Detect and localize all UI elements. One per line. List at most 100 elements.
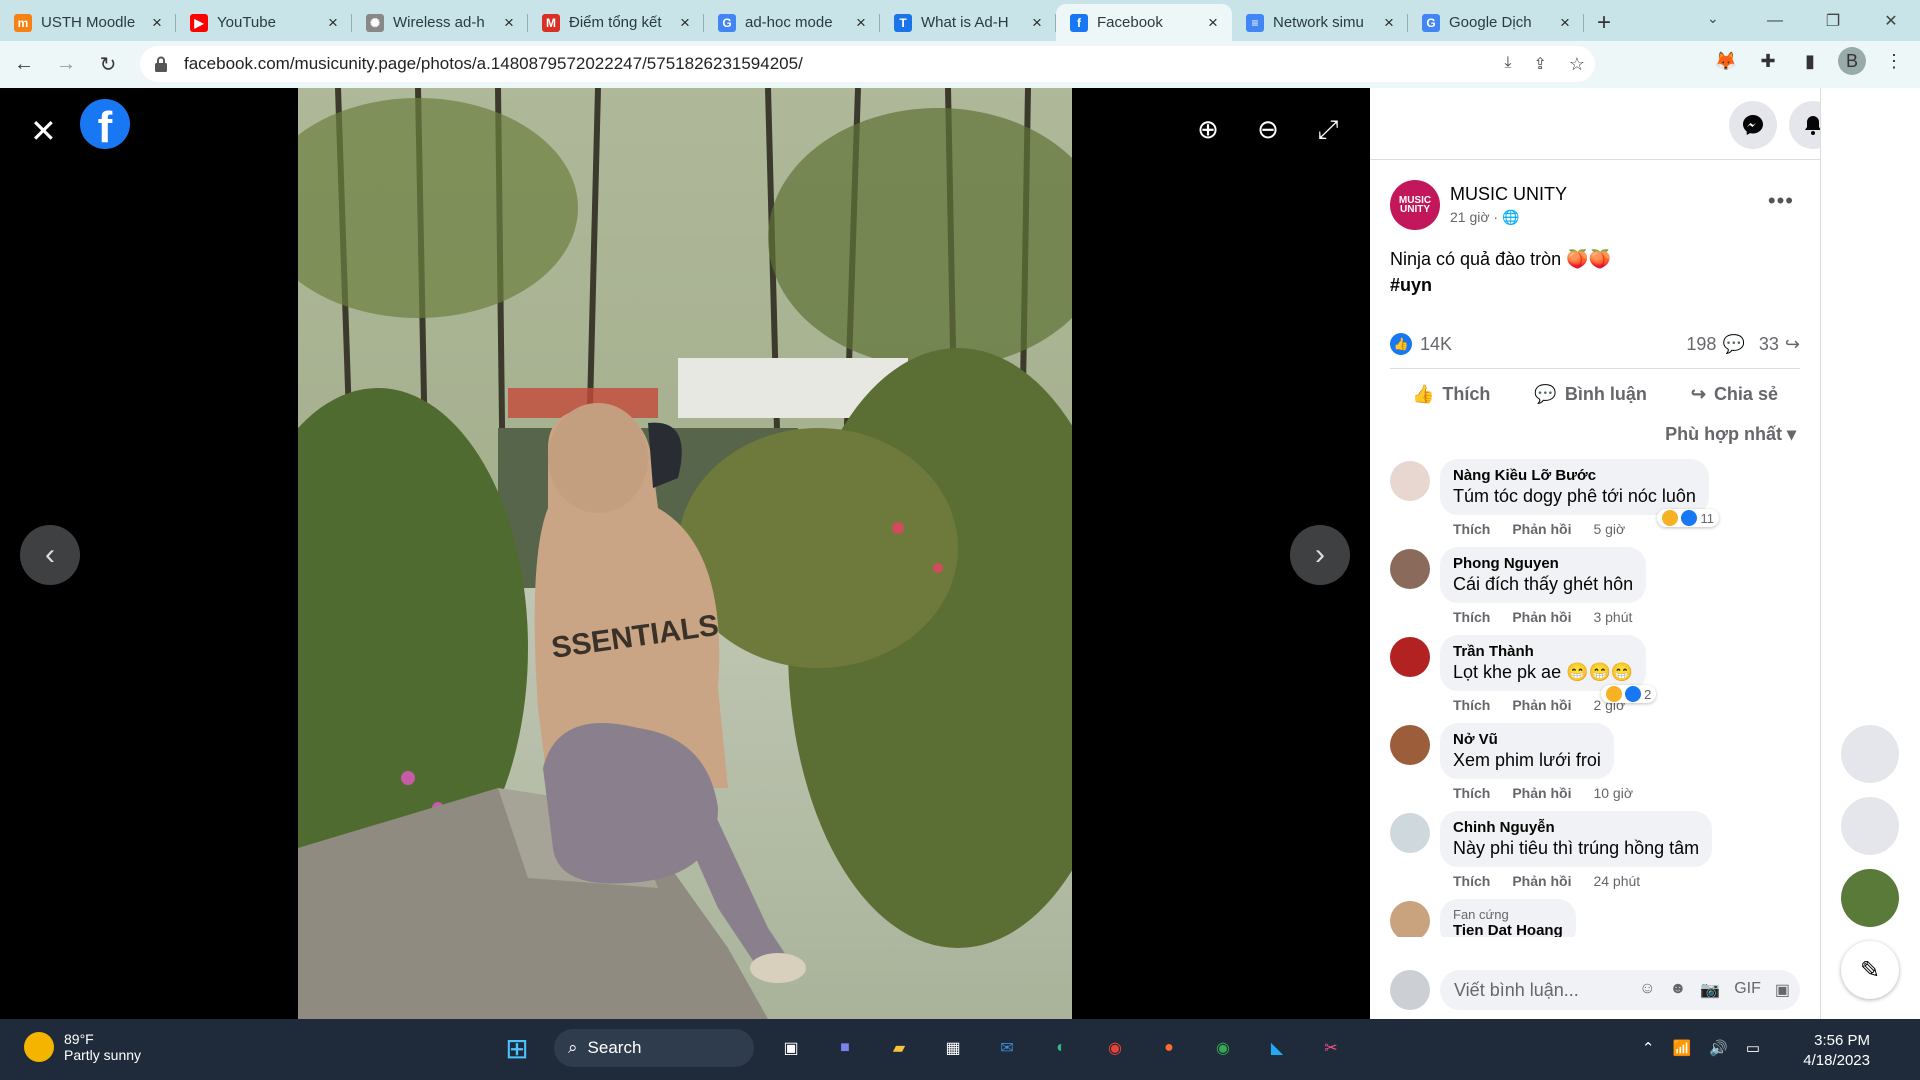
contact-avatar[interactable] <box>1841 797 1899 855</box>
tab-2[interactable]: ✺ Wireless ad-h × <box>352 4 528 41</box>
comment-button[interactable]: 💬 Bình luận <box>1534 384 1646 405</box>
store-icon[interactable]: ▦ <box>936 1031 970 1065</box>
back-icon[interactable]: ← <box>6 47 42 83</box>
tab-close-icon[interactable]: × <box>500 13 518 33</box>
emoji-icon[interactable]: ☻ <box>1669 980 1686 1000</box>
tab-search-icon[interactable]: ⌄ <box>1707 10 1719 27</box>
gif-icon[interactable]: GIF <box>1734 980 1761 1000</box>
commenter-name[interactable]: Nở Vũ <box>1453 731 1601 748</box>
wifi-icon[interactable]: 📶 <box>1672 1039 1691 1057</box>
file-explorer-icon[interactable]: ▰ <box>882 1031 916 1065</box>
comment-like-link[interactable]: Thích <box>1453 697 1490 713</box>
forward-icon[interactable]: → <box>48 47 84 83</box>
start-windows-icon[interactable]: ⊞ <box>500 1031 534 1065</box>
profile-avatar[interactable]: B <box>1838 47 1866 75</box>
commenter-avatar[interactable] <box>1390 725 1430 765</box>
tab-8[interactable]: G Google Dịch × <box>1408 4 1584 41</box>
taskbar-search[interactable]: ⌕ Search <box>554 1029 754 1067</box>
page-name[interactable]: MUSIC UNITY <box>1450 184 1567 205</box>
tab-close-icon[interactable]: × <box>1556 13 1574 33</box>
post-time[interactable]: 21 giờ · 🌐 <box>1450 209 1567 226</box>
commenter-avatar[interactable] <box>1390 549 1430 589</box>
fullscreen-icon[interactable]: ⤢ <box>1315 114 1341 146</box>
commenter-name[interactable]: Tien Dat Hoang <box>1453 922 1563 937</box>
close-window-icon[interactable]: ✕ <box>1862 0 1920 41</box>
sort-comments-dropdown[interactable]: Phù hợp nhất ▾ <box>1390 424 1800 445</box>
commenter-name[interactable]: Chinh Nguyễn <box>1453 819 1699 836</box>
new-tab-button[interactable]: + <box>1584 4 1624 41</box>
previous-photo-button[interactable]: ‹ <box>20 525 80 585</box>
comment-reply-link[interactable]: Phản hồi <box>1512 785 1571 801</box>
tab-close-icon[interactable]: × <box>852 13 870 33</box>
contact-avatar[interactable] <box>1841 725 1899 783</box>
comment-reply-link[interactable]: Phản hồi <box>1512 873 1571 889</box>
comment-reactions[interactable]: 11 <box>1657 509 1719 527</box>
commenter-avatar[interactable] <box>1390 637 1430 677</box>
install-icon[interactable]: ⤓ <box>1504 54 1511 75</box>
volume-icon[interactable]: 🔊 <box>1709 1039 1728 1057</box>
commenter-name[interactable]: Trần Thành <box>1453 643 1633 660</box>
extensions-puzzle-icon[interactable]: ✚ <box>1754 47 1782 75</box>
clock[interactable]: 3:56 PM 4/18/2023 <box>1803 1031 1870 1071</box>
comment-like-link[interactable]: Thích <box>1453 873 1490 889</box>
like-button[interactable]: 👍 Thích <box>1412 384 1490 405</box>
reload-icon[interactable]: ↻ <box>90 47 126 83</box>
comment-like-link[interactable]: Thích <box>1453 785 1490 801</box>
comment-time[interactable]: 10 giờ <box>1593 785 1633 801</box>
tab-close-icon[interactable]: × <box>148 13 166 33</box>
battery-icon[interactable]: ▭ <box>1746 1039 1760 1057</box>
comment-like-link[interactable]: Thích <box>1453 609 1490 625</box>
snipping-tool-icon[interactable]: ✂ <box>1314 1031 1348 1065</box>
minimize-icon[interactable]: — <box>1746 0 1804 41</box>
avatar-sticker-icon[interactable]: ☺ <box>1639 980 1655 1000</box>
hashtag-link[interactable]: #uyn <box>1390 272 1800 298</box>
more-options-icon[interactable]: ••• <box>1768 188 1794 214</box>
commenter-name[interactable]: Nàng Kiều Lỡ Bước <box>1453 467 1696 484</box>
my-avatar[interactable] <box>1390 970 1430 1010</box>
teams-chat-icon[interactable]: ■ <box>828 1031 862 1065</box>
commenter-avatar[interactable] <box>1390 461 1430 501</box>
contact-avatar[interactable] <box>1841 869 1899 927</box>
tab-1[interactable]: ▶ YouTube × <box>176 4 352 41</box>
tab-0[interactable]: m USTH Moodle × <box>0 4 176 41</box>
tab-close-icon[interactable]: × <box>1204 13 1222 33</box>
comment-reply-link[interactable]: Phản hồi <box>1512 609 1571 625</box>
comment-reactions[interactable]: 2 <box>1601 685 1657 703</box>
page-avatar[interactable]: MUSIC UNITY <box>1390 180 1440 230</box>
tab-close-icon[interactable]: × <box>1028 13 1046 33</box>
shares-count[interactable]: 33 <box>1759 334 1779 355</box>
comment-reply-link[interactable]: Phản hồi <box>1512 521 1571 537</box>
commenter-avatar[interactable] <box>1390 901 1430 937</box>
metamask-icon[interactable]: 🦊 <box>1712 47 1740 75</box>
sidepanel-icon[interactable]: ▮ <box>1796 47 1824 75</box>
share-icon[interactable]: ⇪ <box>1533 54 1546 75</box>
edge-icon[interactable]: ◐ <box>1044 1031 1078 1065</box>
tab-close-icon[interactable]: × <box>324 13 342 33</box>
comment-time[interactable]: 3 phút <box>1593 609 1632 625</box>
tab-7[interactable]: ≡ Network simu × <box>1232 4 1408 41</box>
vscode-icon[interactable]: ◣ <box>1260 1031 1294 1065</box>
tab-6[interactable]: f Facebook × <box>1056 4 1232 41</box>
tab-close-icon[interactable]: × <box>676 13 694 33</box>
sticker-icon[interactable]: ▣ <box>1775 980 1790 1000</box>
restore-icon[interactable]: ❐ <box>1804 0 1862 41</box>
tab-close-icon[interactable]: × <box>1380 13 1398 33</box>
facebook-logo-icon[interactable]: f <box>80 99 130 149</box>
close-icon[interactable]: ✕ <box>30 112 57 150</box>
app-orange-icon[interactable]: ● <box>1152 1031 1186 1065</box>
like-reaction-icon[interactable]: 👍 <box>1390 333 1412 355</box>
menu-kebab-icon[interactable]: ⋮ <box>1880 47 1908 75</box>
comments-count[interactable]: 198 <box>1686 334 1716 355</box>
chrome-profile-icon[interactable]: ◉ <box>1206 1031 1240 1065</box>
comment-time[interactable]: 24 phút <box>1593 873 1640 889</box>
share-button[interactable]: ↪ Chia sẻ <box>1691 384 1778 405</box>
comment-time[interactable]: 5 giờ <box>1593 521 1625 537</box>
commenter-avatar[interactable] <box>1390 813 1430 853</box>
likes-count[interactable]: 14K <box>1420 334 1452 355</box>
comment-like-link[interactable]: Thích <box>1453 521 1490 537</box>
bookmark-star-icon[interactable]: ☆ <box>1569 54 1585 75</box>
tab-5[interactable]: T What is Ad-H × <box>880 4 1056 41</box>
zoom-in-icon[interactable]: ⊕ <box>1195 114 1221 146</box>
next-photo-button[interactable]: › <box>1290 525 1350 585</box>
weather-widget[interactable]: 89°F Partly sunny <box>24 1031 141 1063</box>
